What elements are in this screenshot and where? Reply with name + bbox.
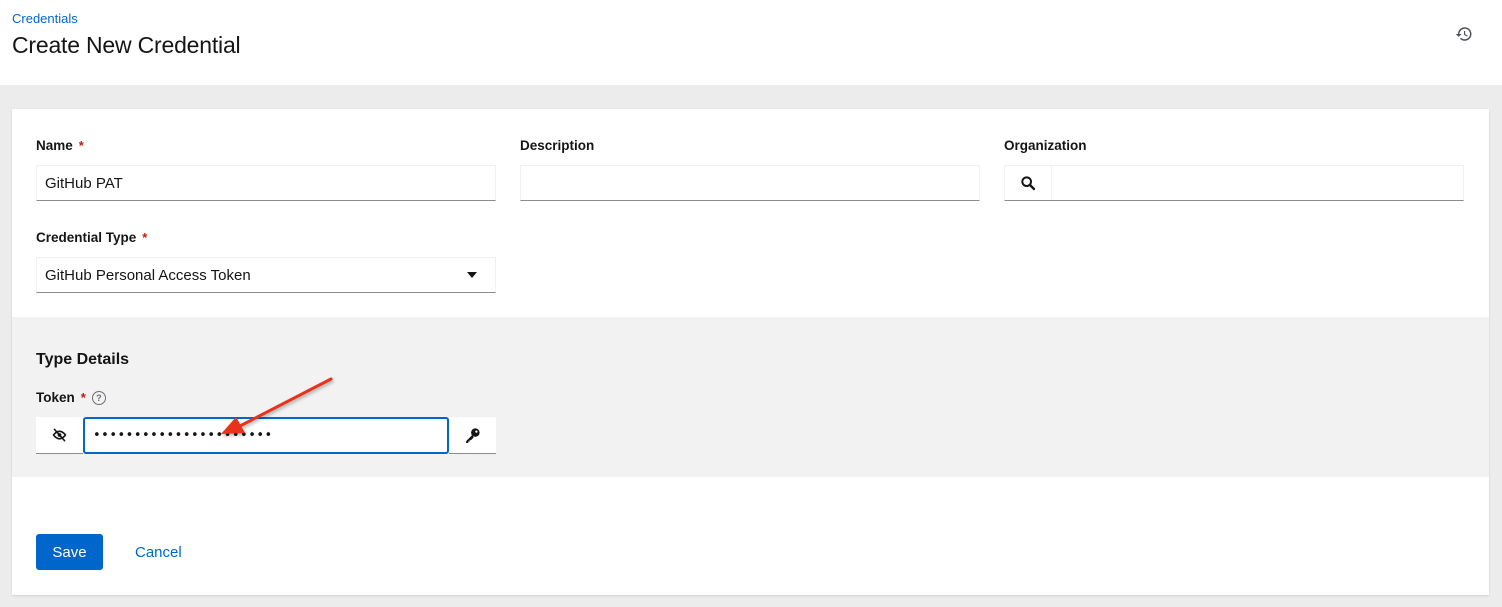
cancel-button[interactable]: Cancel (123, 534, 194, 570)
required-marker: * (142, 230, 148, 245)
name-input[interactable]: GitHub PAT (36, 165, 496, 201)
organization-input[interactable] (1052, 166, 1463, 200)
required-marker: * (78, 138, 84, 153)
token-input[interactable]: •••••••••••••••••••••• (83, 417, 449, 454)
credential-form-card: Name * GitHub PAT Description Organizati… (12, 109, 1489, 595)
help-icon[interactable]: ? (91, 390, 106, 405)
history-icon (1455, 27, 1472, 41)
caret-down-icon (467, 272, 477, 278)
page-title: Create New Credential (12, 32, 241, 58)
toggle-token-visibility-button[interactable] (36, 417, 83, 454)
token-field-group: •••••••••••••••••••••• (36, 417, 496, 454)
description-label: Description (520, 138, 595, 153)
credential-type-selected: GitHub Personal Access Token (45, 266, 251, 284)
token-label: Token * ? (36, 390, 106, 405)
organization-search-button[interactable] (1005, 166, 1052, 200)
description-input[interactable] (520, 165, 980, 201)
key-icon (466, 427, 480, 443)
history-button[interactable] (1452, 22, 1476, 46)
credential-type-select[interactable]: GitHub Personal Access Token (36, 257, 496, 293)
page-header: Credentials Create New Credential (0, 0, 1502, 85)
credential-type-label: Credential Type * (36, 230, 148, 245)
save-button[interactable]: Save (36, 534, 103, 570)
search-icon (1021, 176, 1036, 191)
name-label: Name * (36, 138, 84, 153)
type-details-title: Type Details (36, 351, 130, 368)
eye-slash-icon (52, 428, 67, 442)
type-details-section: Type Details Token * ? •••••••••••••••••… (12, 317, 1489, 477)
required-marker: * (80, 390, 86, 405)
organization-lookup (1004, 165, 1464, 201)
organization-label: Organization (1004, 138, 1087, 153)
credential-lookup-button[interactable] (449, 417, 496, 454)
breadcrumb-credentials[interactable]: Credentials (12, 11, 78, 26)
